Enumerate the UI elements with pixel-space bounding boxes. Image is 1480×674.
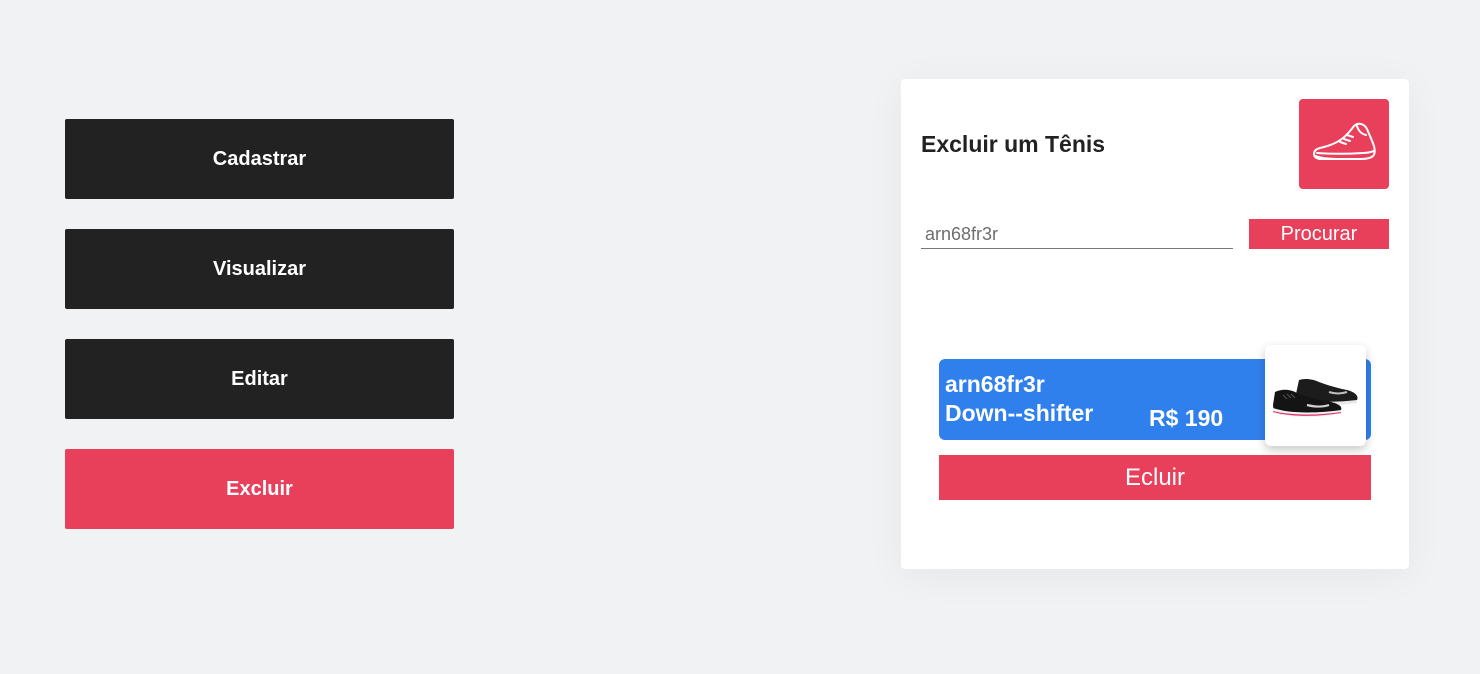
search-button[interactable]: Procurar — [1249, 219, 1389, 249]
sneaker-icon — [1313, 122, 1376, 160]
product-code: arn68fr3r — [945, 371, 1045, 397]
excluir-button[interactable]: Excluir — [65, 449, 454, 529]
product-card: arn68fr3r Down--shifter R$ 190 — [939, 345, 1371, 446]
delete-button[interactable]: Ecluir — [939, 455, 1371, 500]
product-image — [1265, 345, 1366, 446]
visualizar-button[interactable]: Visualizar — [65, 229, 454, 309]
delete-panel: Excluir um Tênis Procurar arn68fr3r Down… — [901, 79, 1409, 569]
cadastrar-button[interactable]: Cadastrar — [65, 119, 454, 199]
product-price: R$ 190 — [1149, 405, 1224, 431]
product-name: Down--shifter — [945, 400, 1094, 426]
logo-badge — [1299, 99, 1389, 189]
editar-button[interactable]: Editar — [65, 339, 454, 419]
panel-title: Excluir um Tênis — [921, 131, 1106, 157]
search-input[interactable] — [921, 221, 1233, 249]
side-menu: Cadastrar Visualizar Editar Excluir — [65, 119, 454, 559]
shoe-photo — [1272, 378, 1358, 417]
